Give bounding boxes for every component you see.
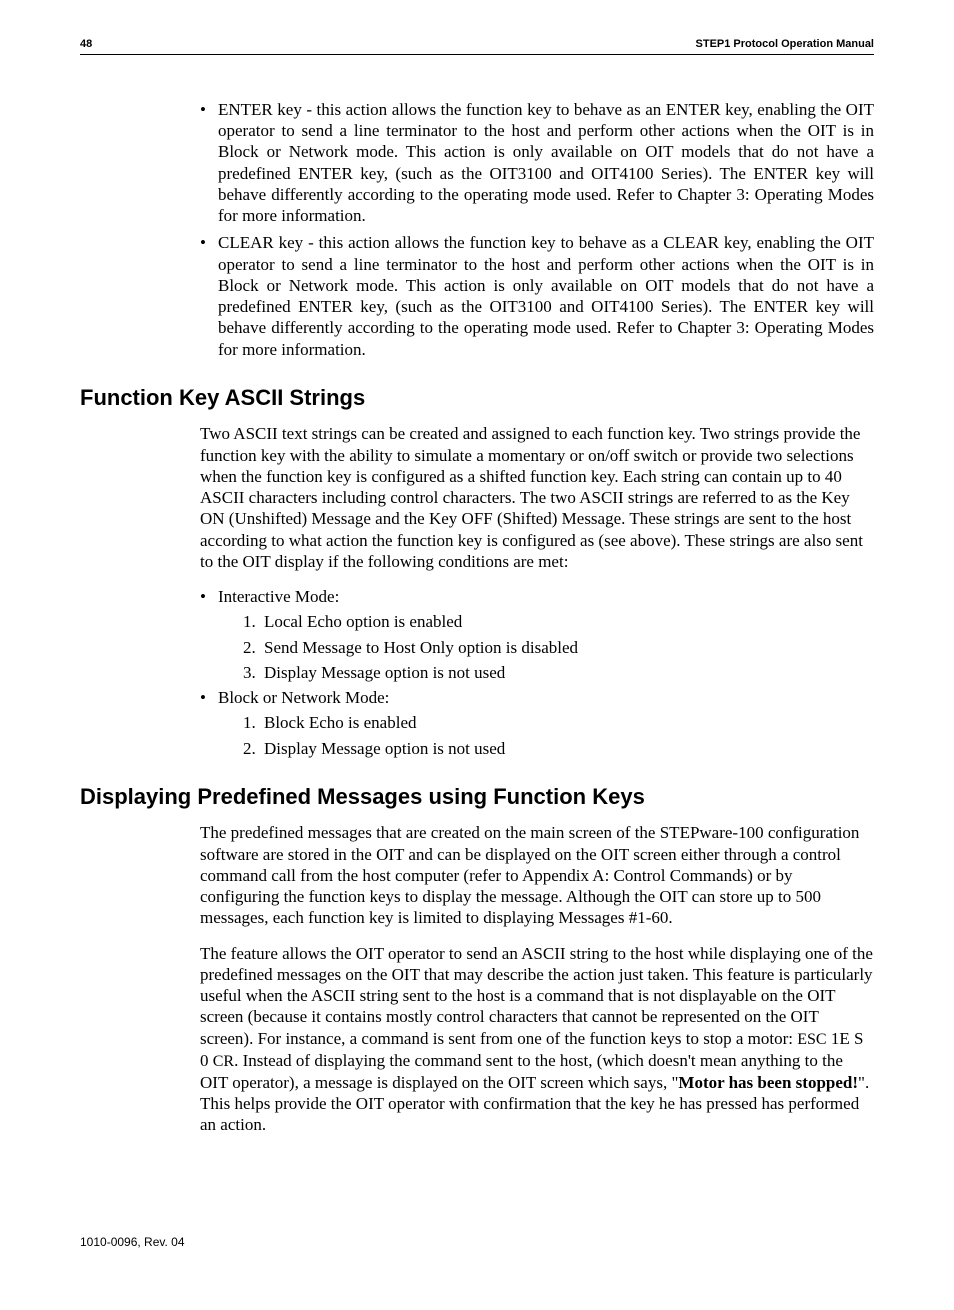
page-number: 48 <box>80 38 92 52</box>
para2-pre: The feature allows the OIT operator to s… <box>200 944 873 1048</box>
bullet-clear-key: CLEAR key - this action allows the funct… <box>200 232 874 360</box>
list-item: Display Message option is not used <box>260 738 874 759</box>
list-item: Local Echo option is enabled <box>260 611 874 632</box>
section2-para1: The predefined messages that are created… <box>200 822 874 928</box>
mode-interactive-label: Interactive Mode: <box>218 587 339 606</box>
top-bullet-section: ENTER key - this action allows the funct… <box>200 99 874 360</box>
doc-revision: 1010-0096, Rev. 04 <box>80 1235 185 1249</box>
list-item: Block Echo is enabled <box>260 712 874 733</box>
section2-para2: The feature allows the OIT operator to s… <box>200 943 874 1136</box>
top-bullet-list: ENTER key - this action allows the funct… <box>200 99 874 360</box>
page-footer: 1010-0096, Rev. 04 <box>80 1235 874 1250</box>
manual-title: STEP1 Protocol Operation Manual <box>696 38 874 52</box>
bullet-enter-key: ENTER key - this action allows the funct… <box>200 99 874 227</box>
cmd-esc: ESC <box>797 1031 826 1048</box>
mode-interactive-items: Local Echo option is enabled Send Messag… <box>218 611 874 683</box>
cmd-cr: CR <box>213 1053 234 1070</box>
mode-list: Interactive Mode: Local Echo option is e… <box>200 586 874 759</box>
section2-body: The predefined messages that are created… <box>200 822 874 1135</box>
mode-interactive: Interactive Mode: Local Echo option is e… <box>200 586 874 683</box>
page-header: 48 STEP1 Protocol Operation Manual <box>80 38 874 55</box>
heading-ascii-strings: Function Key ASCII Strings <box>80 384 874 412</box>
mode-block-network: Block or Network Mode: Block Echo is ena… <box>200 687 874 759</box>
list-item: Send Message to Host Only option is disa… <box>260 637 874 658</box>
section1-intro: Two ASCII text strings can be created an… <box>200 423 874 572</box>
heading-predefined-messages: Displaying Predefined Messages using Fun… <box>80 783 874 811</box>
para2-bold: Motor has been stopped! <box>678 1073 858 1092</box>
mode-block-network-items: Block Echo is enabled Display Message op… <box>218 712 874 759</box>
list-item: Display Message option is not used <box>260 662 874 683</box>
section1-body: Two ASCII text strings can be created an… <box>200 423 874 759</box>
mode-block-network-label: Block or Network Mode: <box>218 688 389 707</box>
